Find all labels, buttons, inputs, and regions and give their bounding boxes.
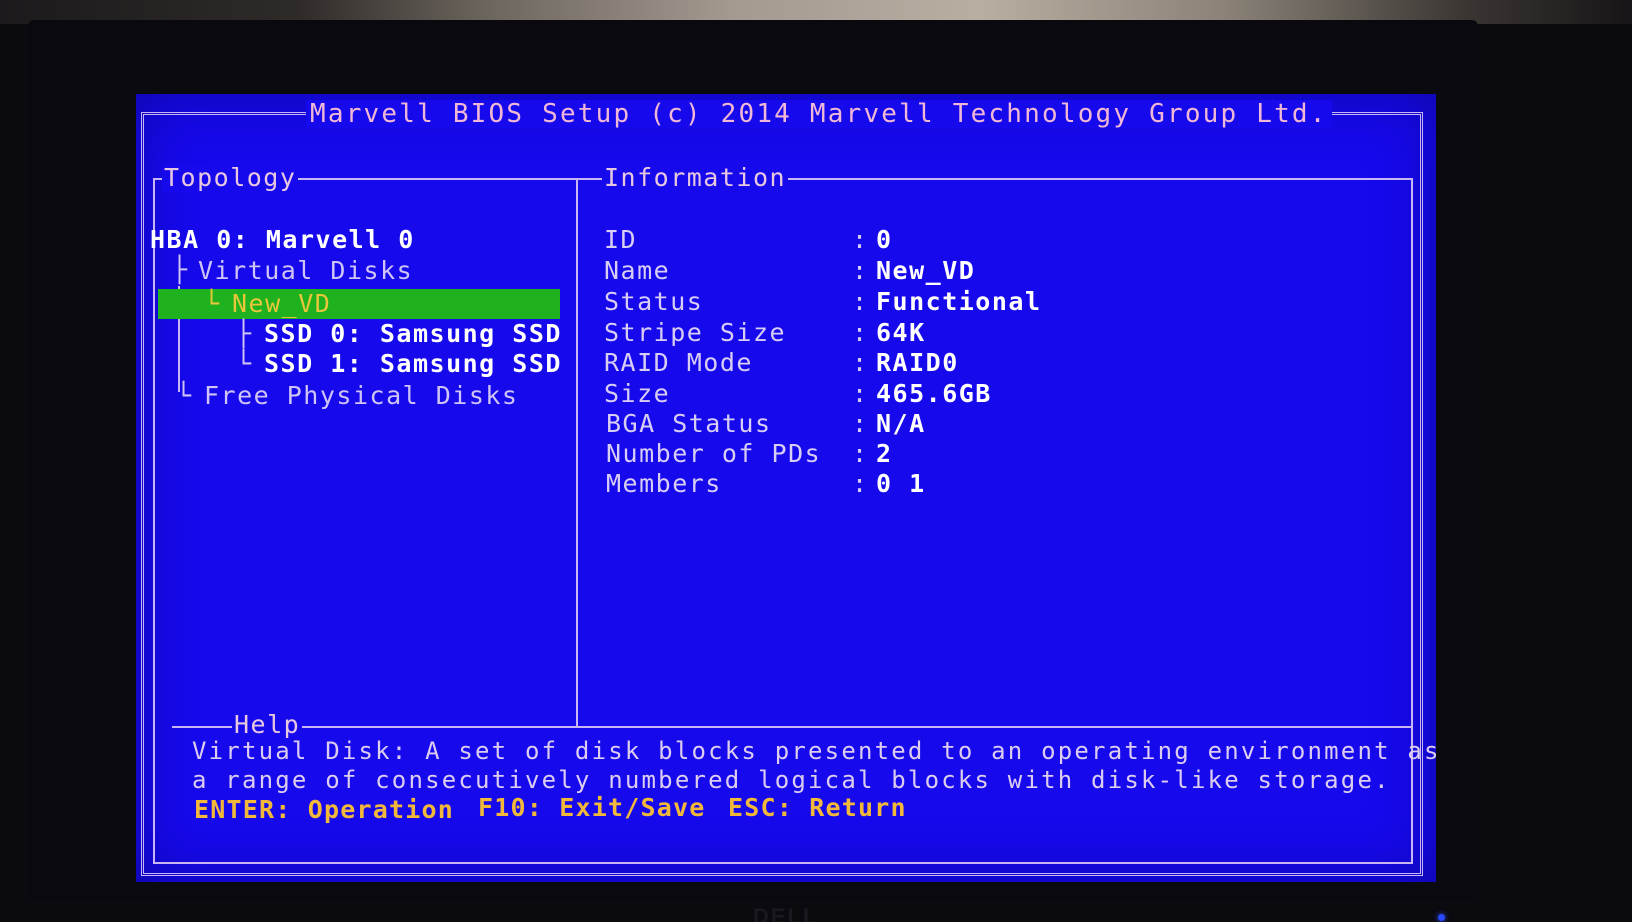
tree-branch-icon: ├ <box>172 255 189 284</box>
key-hint-esc[interactable]: ESC: Return <box>728 794 907 822</box>
info-label-status: Status <box>604 287 704 316</box>
info-colon: : <box>852 318 869 347</box>
info-label-members: Members <box>606 469 722 498</box>
help-line-1: Virtual Disk: A set of disk blocks prese… <box>192 737 1441 765</box>
info-colon: : <box>852 469 869 498</box>
monitor-brand-logo: DELL <box>753 904 819 922</box>
power-led-icon <box>1438 914 1445 921</box>
tree-branch-end-icon: └ <box>204 289 221 318</box>
tree-new-vd[interactable]: New_VD <box>232 290 331 318</box>
info-value-id: 0 <box>876 225 893 254</box>
info-colon: : <box>852 256 869 285</box>
bios-screen: Marvell BIOS Setup (c) 2014 Marvell Tech… <box>136 94 1439 882</box>
information-label: Information <box>602 163 789 192</box>
tree-free-physical-disks[interactable]: Free Physical Disks <box>204 382 518 410</box>
info-label-bga-status: BGA Status <box>606 409 772 438</box>
tree-branch-end-icon: └ <box>176 381 193 410</box>
info-value-name: New_VD <box>876 256 976 285</box>
info-colon: : <box>852 348 869 377</box>
info-colon: : <box>852 287 869 316</box>
tree-branch-icon: ├ <box>236 319 253 348</box>
tree-virtual-disks[interactable]: Virtual Disks <box>198 257 413 285</box>
info-label-id: ID <box>604 225 638 254</box>
help-divider <box>172 726 1412 728</box>
info-value-members: 0 1 <box>876 469 926 498</box>
info-label-stripe-size: Stripe Size <box>604 318 787 347</box>
info-value-size: 465.6GB <box>876 379 992 408</box>
info-label-raid-mode: RAID Mode <box>604 348 753 377</box>
info-label-name: Name <box>604 256 671 285</box>
info-value-stripe-size: 64K <box>876 318 926 347</box>
help-line-2: a range of consecutively numbered logica… <box>192 766 1391 794</box>
tree-ssd-1[interactable]: SSD 1: Samsung SSD <box>264 350 562 378</box>
info-colon: : <box>852 379 869 408</box>
tree-branch-end-icon: └ <box>236 349 253 378</box>
help-label: Help <box>232 710 303 739</box>
key-hint-enter[interactable]: ENTER: Operation <box>194 796 454 824</box>
info-value-raid-mode: RAID0 <box>876 348 959 377</box>
monitor-bezel: DELL Marvell BIOS Setup (c) 2014 Marvell… <box>28 20 1478 922</box>
info-value-status: Functional <box>876 287 1042 316</box>
panel-vertical-divider <box>576 178 578 728</box>
bios-title: Marvell BIOS Setup (c) 2014 Marvell Tech… <box>306 100 1332 128</box>
info-value-bga-status: N/A <box>876 409 926 438</box>
info-value-number-of-pds: 2 <box>876 439 893 468</box>
info-colon: : <box>852 225 869 254</box>
tree-ssd-0[interactable]: SSD 0: Samsung SSD <box>264 320 562 348</box>
tree-hba[interactable]: HBA 0: Marvell 0 <box>150 226 415 254</box>
info-label-size: Size <box>604 379 671 408</box>
info-colon: : <box>852 409 869 438</box>
info-colon: : <box>852 439 869 468</box>
key-hint-f10[interactable]: F10: Exit/Save <box>478 794 706 822</box>
info-label-number-of-pds: Number of PDs <box>606 439 822 468</box>
topology-label: Topology <box>162 163 299 192</box>
